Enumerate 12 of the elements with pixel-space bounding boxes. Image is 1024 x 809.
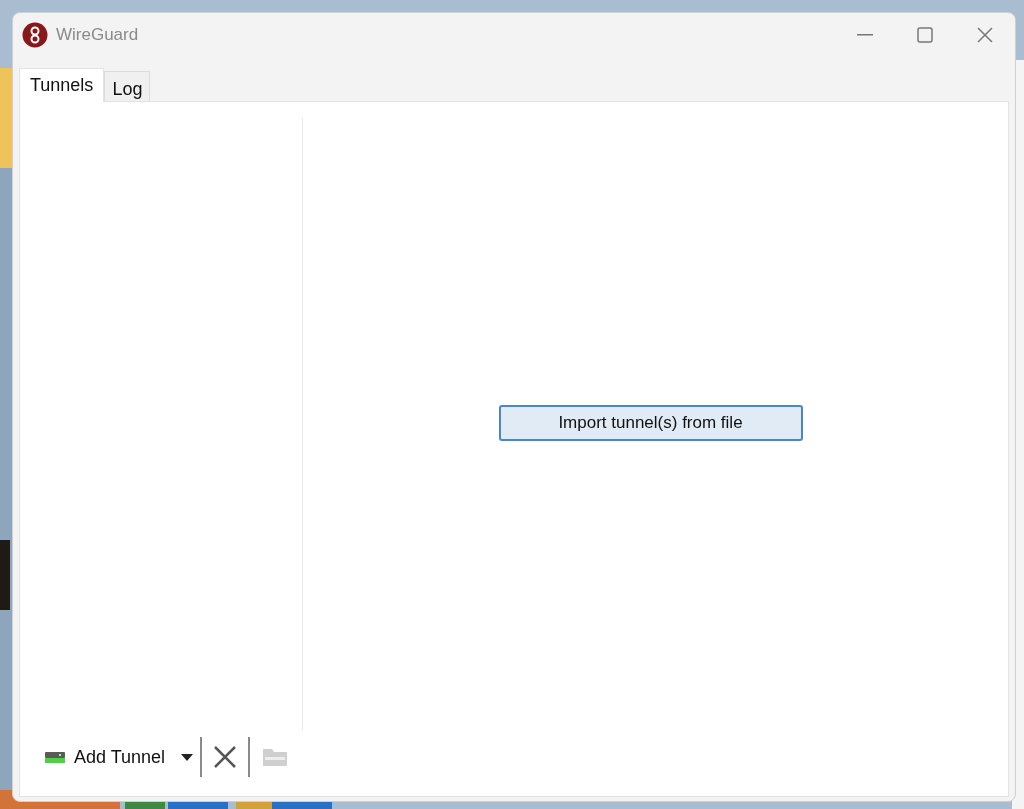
tab[interactable]: Tunnels (19, 68, 105, 102)
minimize-icon (857, 34, 873, 36)
close-icon (977, 27, 993, 43)
import-button[interactable]: Import tunnel(s) from file (498, 404, 803, 441)
tab[interactable]: Log (104, 71, 151, 101)
window-title: WireGuard (56, 24, 139, 47)
folder-icon (262, 746, 289, 768)
close-icon (214, 746, 237, 768)
maximize-icon (917, 27, 933, 43)
caret-icon (181, 753, 194, 761)
app-logo-icon (22, 22, 48, 48)
add-tunnel-button[interactable]: Add Tunnel (44, 737, 168, 777)
